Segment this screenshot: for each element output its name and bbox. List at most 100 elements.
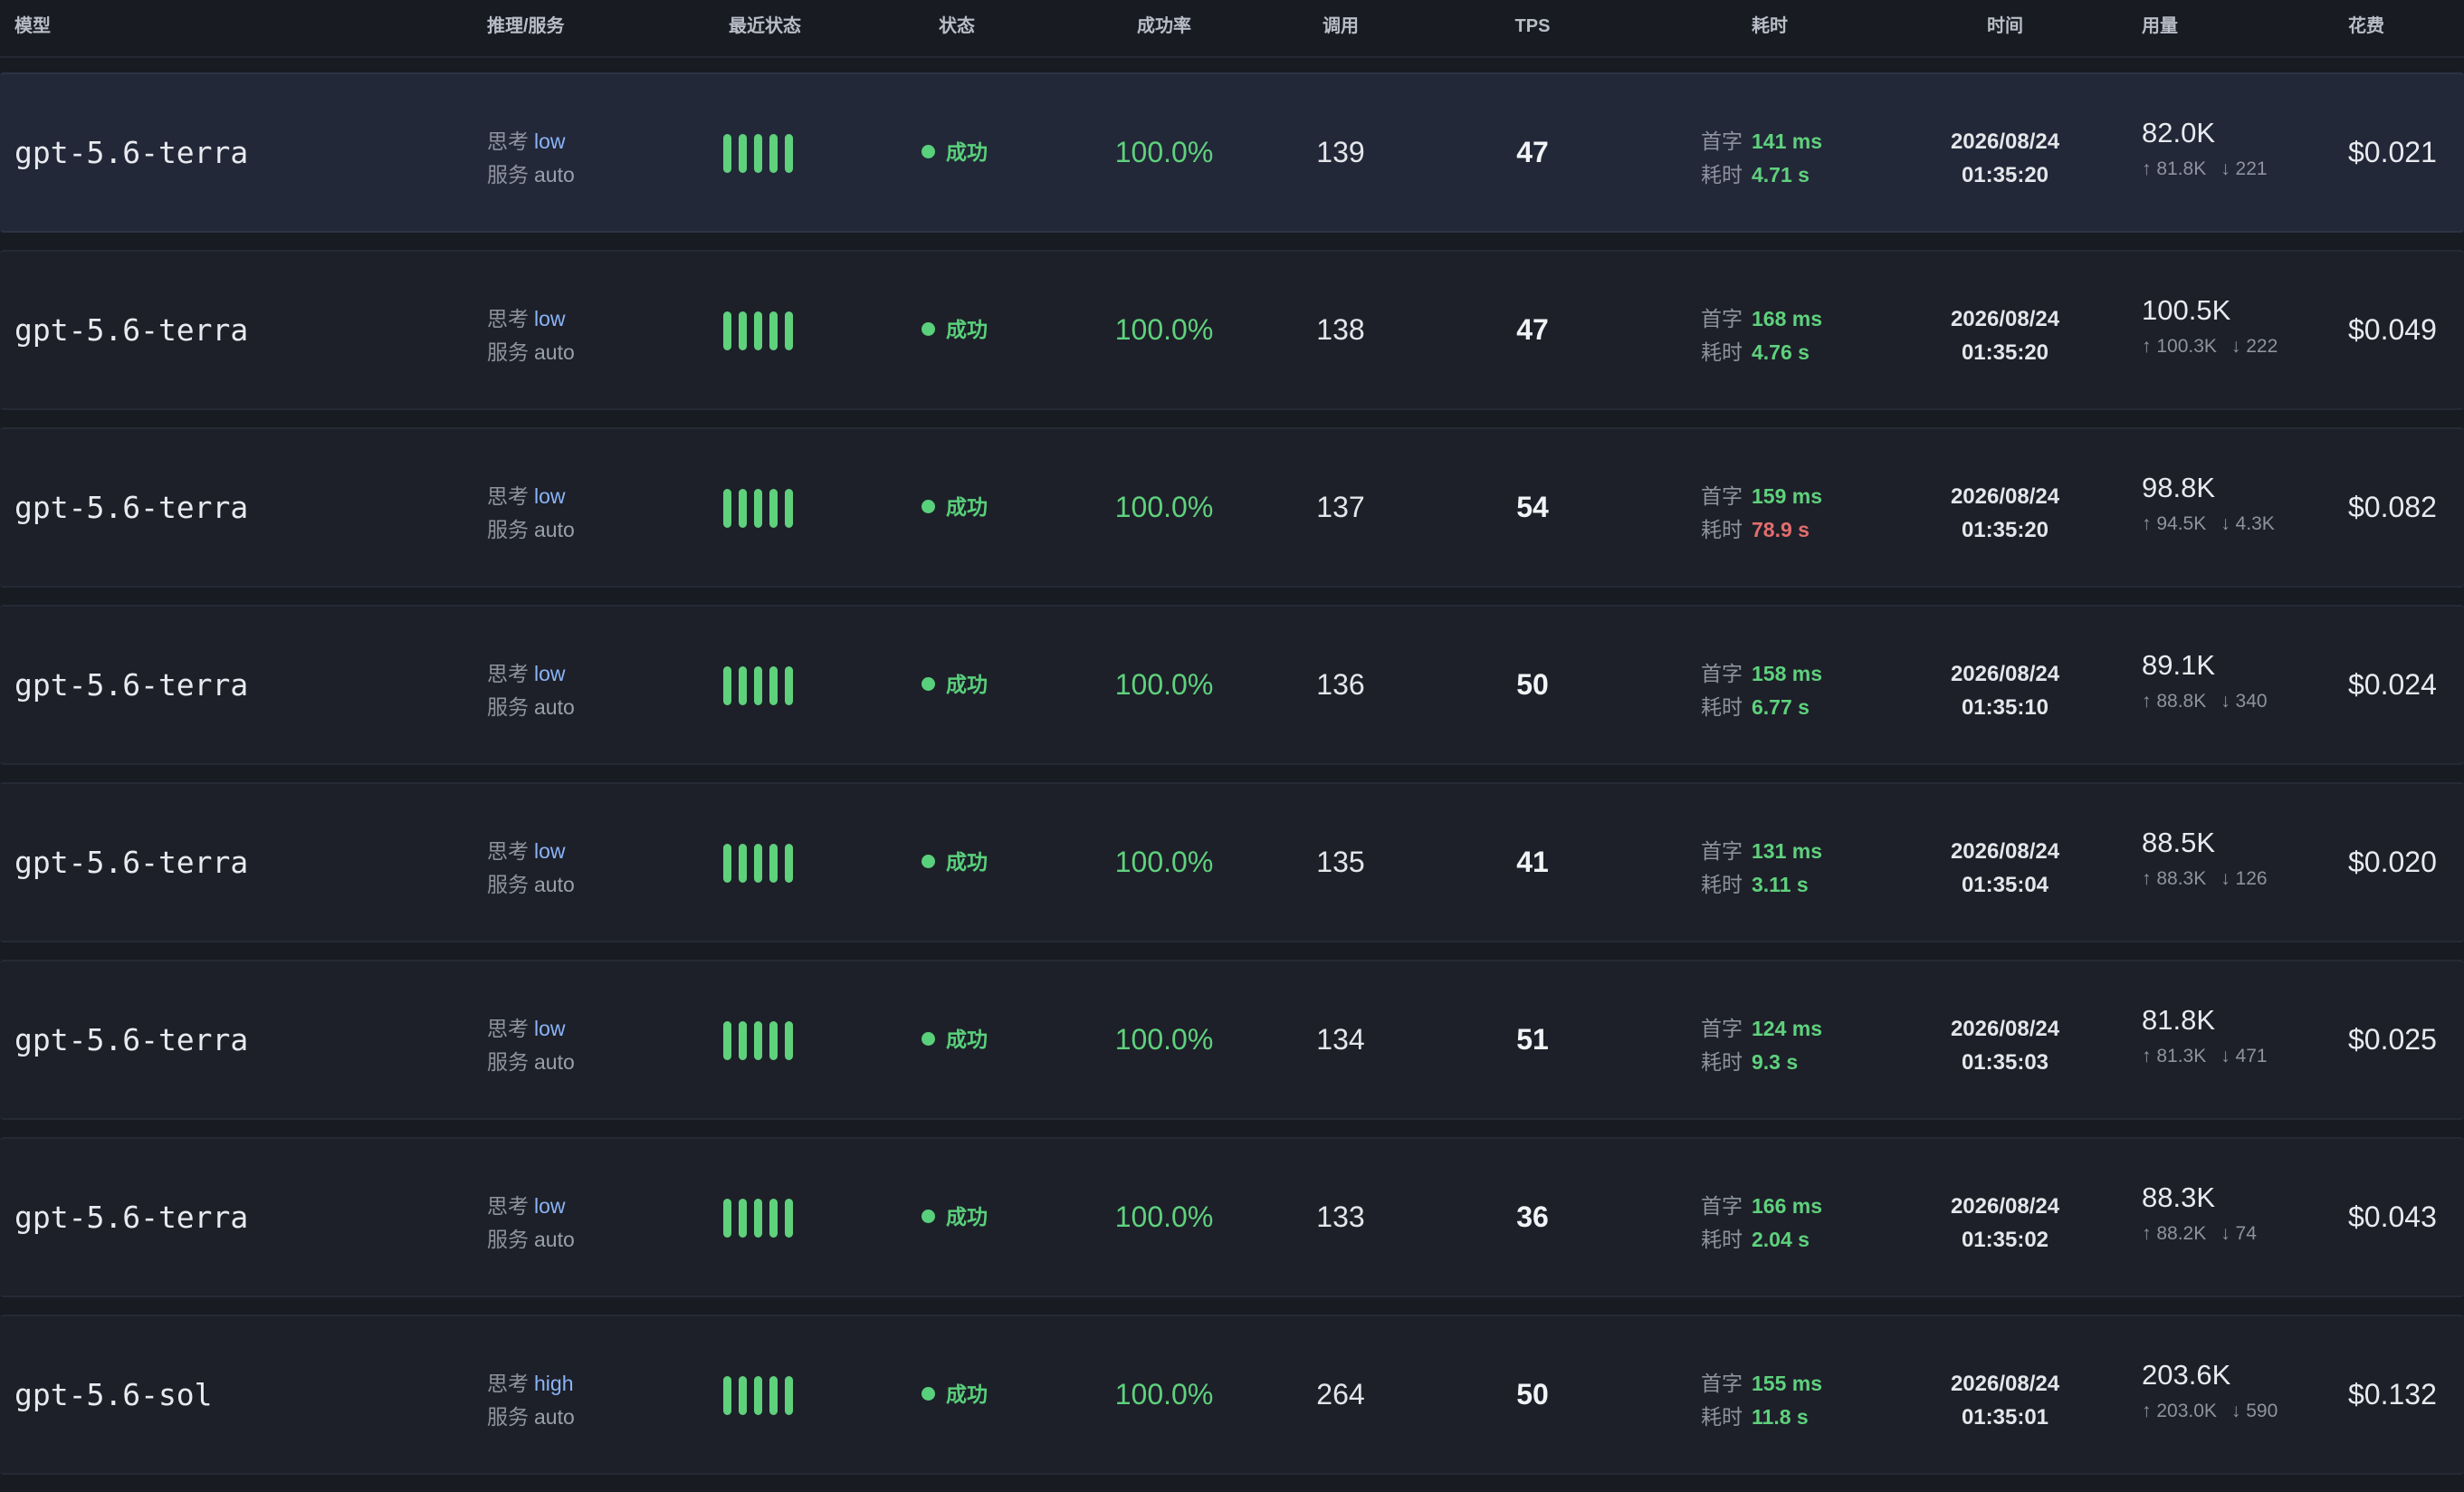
first-token-label: 首字 — [1701, 484, 1743, 508]
timestamp-date: 2026/08/24 — [1950, 1372, 2060, 1396]
duration-label: 耗时 — [1701, 1050, 1743, 1074]
token-usage: 89.1K ↑ 88.8K ↓ 340 — [2142, 646, 2268, 715]
column-header-recent-status[interactable]: 最近状态 — [729, 0, 801, 53]
recent-status-bar[interactable] — [723, 311, 731, 350]
first-token-label: 首字 — [1701, 839, 1743, 863]
token-usage: 98.8K ↑ 94.5K ↓ 4.3K — [2142, 469, 2275, 538]
recent-status-bar[interactable] — [723, 134, 731, 173]
recent-status-bar[interactable] — [785, 844, 793, 883]
recent-status-bar[interactable] — [769, 844, 778, 883]
latency-cell: 首字 155 ms 耗时 11.8 s — [1701, 1367, 1822, 1434]
table-row[interactable]: gpt-5.6-sol 思考 high 服务 auto 成功 100.0% 264 … — [0, 1315, 2464, 1475]
timestamp-date: 2026/08/24 — [1950, 662, 2060, 686]
duration-label: 耗时 — [1701, 1405, 1743, 1429]
recent-status-bar[interactable] — [785, 489, 793, 528]
table-row[interactable]: gpt-5.6-terra 思考 low 服务 auto 成功 100.0% 139… — [0, 72, 2464, 233]
recent-status-bar[interactable] — [754, 1376, 762, 1415]
recent-status-bar[interactable] — [723, 1376, 731, 1415]
table-row[interactable]: gpt-5.6-terra 思考 low 服务 auto 成功 100.0% 137… — [0, 427, 2464, 588]
recent-status-bar[interactable] — [769, 311, 778, 350]
cost-value: $0.020 — [2348, 846, 2437, 878]
success-rate: 100.0% — [1114, 136, 1214, 168]
table-row[interactable]: gpt-5.6-terra 思考 low 服务 auto 成功 100.0% 136… — [0, 605, 2464, 765]
table-row[interactable]: gpt-5.6-terra 思考 low 服务 auto 成功 100.0% 134… — [0, 960, 2464, 1120]
column-header-reasoning[interactable]: 推理/服务 — [487, 0, 565, 53]
recent-status-bar[interactable] — [754, 311, 762, 350]
recent-status-bar[interactable] — [723, 844, 731, 883]
first-token-latency: 141 ms — [1752, 129, 1823, 153]
think-level: high — [534, 1372, 574, 1395]
latency-cell: 首字 166 ms 耗时 2.04 s — [1701, 1190, 1822, 1257]
recent-status-bar[interactable] — [769, 1376, 778, 1415]
recent-status-bar[interactable] — [754, 666, 762, 705]
recent-status-bar[interactable] — [739, 1021, 747, 1060]
recent-status-bar[interactable] — [739, 666, 747, 705]
total-duration: 78.9 s — [1752, 518, 1810, 541]
recent-status-bar[interactable] — [739, 1376, 747, 1415]
recent-status-bar[interactable] — [739, 1199, 747, 1238]
recent-status-bar[interactable] — [769, 1021, 778, 1060]
service-label: 服务 — [487, 1405, 529, 1429]
recent-status-bar[interactable] — [769, 134, 778, 173]
column-header-tps[interactable]: TPS — [1515, 0, 1551, 53]
total-duration: 2.04 s — [1752, 1228, 1810, 1251]
column-header-calls[interactable]: 调用 — [1323, 0, 1359, 53]
table-row[interactable]: gpt-5.6-terra 思考 low 服务 auto 成功 100.0% 135… — [0, 782, 2464, 942]
latency-cell: 首字 124 ms 耗时 9.3 s — [1701, 1012, 1822, 1079]
service-tier: auto — [534, 873, 575, 896]
column-header-model[interactable]: 模型 — [14, 0, 51, 53]
recent-status-bar[interactable] — [769, 489, 778, 528]
table-row[interactable]: gpt-5.6-terra 思考 low 服务 auto 成功 100.0% 138… — [0, 250, 2464, 410]
think-level: low — [534, 1194, 566, 1218]
tps-value: 36 — [1516, 1200, 1549, 1233]
usage-input: ↑ 94.5K — [2142, 513, 2207, 534]
recent-status-bar[interactable] — [723, 1021, 731, 1060]
status-text: 成功 — [946, 1205, 988, 1229]
think-label: 思考 — [487, 1017, 529, 1040]
column-header-cost[interactable]: 花费 — [2348, 0, 2384, 53]
column-header-latency[interactable]: 耗时 — [1752, 0, 1788, 53]
column-header-usage[interactable]: 用量 — [2142, 0, 2178, 53]
reasoning-cell: 思考 low 服务 auto — [487, 657, 575, 724]
model-name: gpt-5.6-terra — [14, 845, 249, 880]
recent-status-bar[interactable] — [785, 666, 793, 705]
recent-status-bar[interactable] — [769, 666, 778, 705]
reasoning-cell: 思考 high 服务 auto — [487, 1367, 575, 1434]
recent-status-bar[interactable] — [785, 1376, 793, 1415]
think-level: low — [534, 662, 566, 685]
column-header-status[interactable]: 状态 — [939, 0, 975, 53]
recent-status-bar[interactable] — [769, 1199, 778, 1238]
table-row[interactable]: gpt-5.6-terra 思考 low 服务 auto 成功 100.0% 133… — [0, 1137, 2464, 1297]
duration-label: 耗时 — [1701, 340, 1743, 364]
recent-status-bar[interactable] — [739, 844, 747, 883]
recent-status-bar[interactable] — [754, 1021, 762, 1060]
recent-status-bar[interactable] — [754, 844, 762, 883]
recent-status-bar[interactable] — [723, 1199, 731, 1238]
service-tier: auto — [534, 163, 575, 186]
usage-output: ↓ 222 — [2230, 336, 2278, 357]
duration-label: 耗时 — [1701, 695, 1743, 719]
call-count: 139 — [1316, 136, 1365, 168]
recent-status-bar[interactable] — [754, 1199, 762, 1238]
recent-status-bar[interactable] — [723, 666, 731, 705]
status-dot-icon — [922, 145, 935, 159]
cost-value: $0.082 — [2348, 491, 2437, 523]
recent-status-bar[interactable] — [754, 489, 762, 528]
recent-status-bar[interactable] — [785, 1021, 793, 1060]
reasoning-cell: 思考 low 服务 auto — [487, 1190, 575, 1257]
timestamp-clock: 01:35:20 — [1961, 518, 2049, 542]
recent-status-bar[interactable] — [754, 134, 762, 173]
column-header-time[interactable]: 时间 — [1987, 0, 2023, 53]
service-label: 服务 — [487, 1050, 529, 1074]
recent-status-bars — [723, 311, 793, 350]
model-name: gpt-5.6-terra — [14, 1022, 249, 1057]
recent-status-bar[interactable] — [739, 311, 747, 350]
recent-status-bar[interactable] — [785, 1199, 793, 1238]
recent-status-bar[interactable] — [739, 489, 747, 528]
recent-status-bar[interactable] — [785, 134, 793, 173]
recent-status-bar[interactable] — [723, 489, 731, 528]
recent-status-bars — [723, 844, 793, 883]
column-header-success-rate[interactable]: 成功率 — [1137, 0, 1191, 53]
recent-status-bar[interactable] — [785, 311, 793, 350]
recent-status-bar[interactable] — [739, 134, 747, 173]
